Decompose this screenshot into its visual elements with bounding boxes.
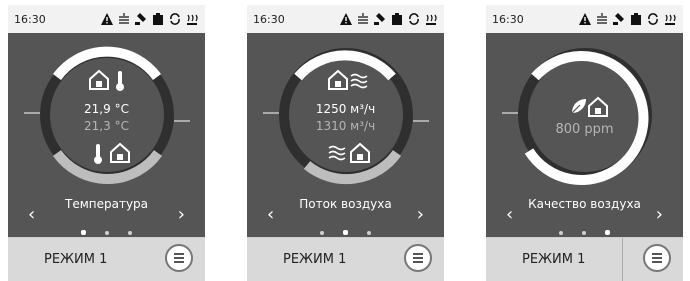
temperature-sub-value: 21,3 °C [84, 119, 129, 133]
sync-icon [168, 11, 182, 27]
pagination-dot [605, 230, 611, 235]
house-icon [328, 69, 348, 90]
heater-icon [185, 11, 199, 27]
prev-arrow-icon[interactable]: ‹ [28, 204, 35, 225]
mode-label[interactable]: РЕЖИМ 1 [44, 252, 107, 267]
sync-icon [646, 11, 660, 27]
airflow-icon [350, 73, 368, 89]
next-arrow-icon[interactable]: › [656, 204, 663, 225]
filter-icon [629, 11, 643, 27]
pagination-dot [80, 230, 86, 235]
pagination-dot [319, 231, 324, 235]
pagination-dot [558, 231, 563, 235]
next-arrow-icon[interactable]: › [417, 204, 424, 225]
house-icon-2 [110, 142, 130, 163]
screen-title: Поток воздуха [299, 197, 392, 211]
mode-label[interactable]: РЕЖИМ 1 [283, 252, 346, 267]
status-bar: 16:30 [247, 5, 444, 33]
menu-icon[interactable] [643, 244, 671, 272]
screen-title: Качество воздуха [528, 197, 641, 211]
screen-temperature: 16:30 21,9 °C 21,3 °C Температура ‹ › РЕ… [8, 5, 205, 281]
status-time: 16:30 [253, 13, 285, 26]
house-icon [89, 69, 109, 90]
airflow-icon-2 [328, 145, 346, 161]
heating-icon [117, 11, 131, 27]
pagination-dot [367, 231, 372, 235]
status-time: 16:30 [492, 13, 524, 26]
warning-icon [339, 11, 353, 27]
status-icons [100, 10, 199, 28]
thermometer-icon-2 [94, 144, 102, 164]
house-icon [588, 96, 608, 117]
heating-icon [356, 11, 370, 27]
airflow-main-value: 1250 м³/ч [315, 102, 376, 116]
hand-icon [612, 11, 626, 27]
hand-icon [373, 11, 387, 27]
thermometer-icon [116, 71, 124, 91]
status-bar: 16:30 [8, 5, 205, 33]
sync-icon [407, 11, 421, 27]
menu-icon[interactable] [165, 244, 193, 272]
air-quality-value: 800 ppm [555, 122, 614, 137]
menu-icon[interactable] [404, 244, 432, 272]
screen-airflow: 16:30 1250 м³/ч 1310 м³/ч Поток воздуха … [247, 5, 444, 281]
mode-label[interactable]: РЕЖИМ 1 [522, 252, 585, 267]
heating-icon [595, 11, 609, 27]
leaf-icon [571, 99, 586, 114]
status-time: 16:30 [14, 13, 46, 26]
pagination-dot [582, 231, 586, 235]
prev-arrow-icon[interactable]: ‹ [506, 204, 513, 225]
hand-icon [134, 11, 148, 27]
mode-footer: РЕЖИМ 1 [247, 237, 444, 281]
screen-air-quality: 16:30 800 ppm Качество воздуха ‹ › РЕЖИМ… [486, 5, 683, 281]
pagination-dot [105, 231, 109, 235]
filter-icon [151, 11, 165, 27]
mode-footer: РЕЖИМ 1 [8, 237, 205, 281]
filter-icon [390, 11, 404, 27]
air-quality-ring [502, 48, 652, 185]
next-arrow-icon[interactable]: › [178, 204, 185, 225]
pagination-dot [343, 230, 348, 235]
airflow-sub-value: 1310 м³/ч [315, 119, 376, 133]
mode-footer: РЕЖИМ 1 [486, 237, 683, 281]
status-bar: 16:30 [486, 5, 683, 33]
footer-divider [622, 238, 623, 281]
house-icon-2 [350, 142, 370, 163]
warning-icon [578, 11, 592, 27]
status-icons [578, 10, 677, 28]
status-icons [339, 10, 438, 28]
heater-icon [424, 11, 438, 27]
warning-icon [100, 11, 114, 27]
screen-title: Температура [64, 197, 149, 211]
pagination-dot [128, 231, 133, 235]
temperature-main-value: 21,9 °C [84, 102, 129, 116]
prev-arrow-icon[interactable]: ‹ [267, 204, 274, 225]
heater-icon [663, 11, 677, 27]
